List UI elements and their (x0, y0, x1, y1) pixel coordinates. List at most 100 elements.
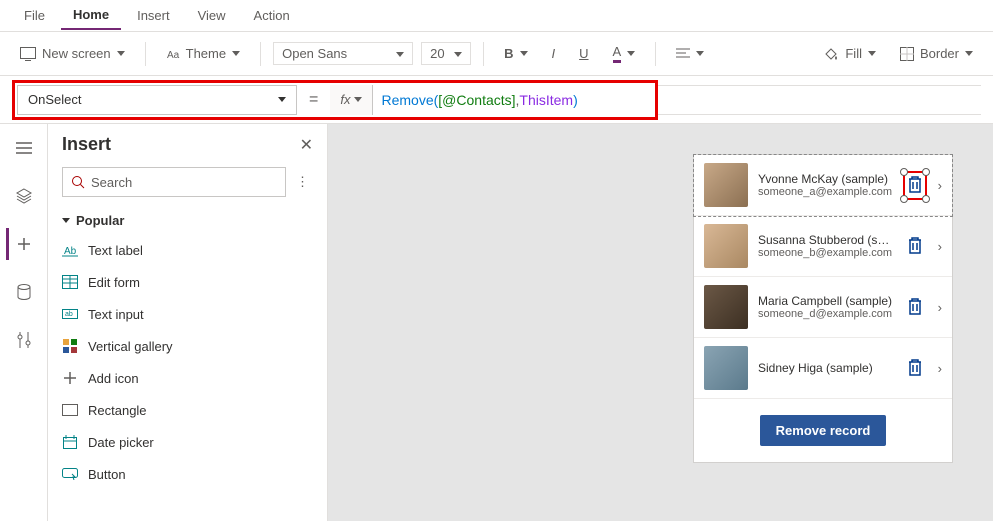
menu-view[interactable]: View (186, 2, 238, 29)
property-select[interactable]: OnSelect (17, 85, 297, 115)
panel-header: Insert ✕ (48, 124, 327, 161)
insert-add-icon[interactable]: Add icon (48, 362, 327, 394)
insert-rail-button[interactable] (6, 228, 38, 260)
left-rail (0, 124, 48, 521)
bold-label: B (504, 46, 513, 61)
svg-text:Aa: Aa (167, 50, 180, 61)
button-icon (62, 466, 78, 482)
menu-file[interactable]: File (12, 2, 57, 29)
insert-panel: Insert ✕ Search ⋮ Popular Ab Text label … (48, 124, 328, 521)
selection-handle[interactable] (922, 168, 930, 176)
calendar-icon (62, 434, 78, 450)
gallery-text: Sidney Higa (sample) (758, 361, 896, 375)
canvas[interactable]: Yvonne McKay (sample) someone_a@example.… (328, 124, 993, 521)
item-label: Button (88, 467, 126, 482)
panel-title: Insert (62, 134, 111, 155)
rectangle-icon (62, 402, 78, 418)
chevron-right-icon[interactable]: › (934, 300, 942, 315)
avatar (704, 346, 748, 390)
sliders-icon (17, 332, 31, 348)
search-input[interactable]: Search (62, 167, 286, 197)
trash-icon[interactable] (906, 235, 924, 258)
menu-action[interactable]: Action (242, 2, 302, 29)
search-placeholder: Search (91, 175, 132, 190)
formula-input[interactable]: Remove( [@Contacts], ThisItem ) (373, 85, 653, 115)
separator (260, 42, 261, 66)
screen-icon (20, 47, 36, 61)
bold-button[interactable]: B (496, 42, 535, 65)
contact-name: Maria Campbell (sample) (758, 294, 896, 308)
align-button[interactable] (668, 44, 712, 64)
fx-button[interactable]: fx (330, 85, 373, 115)
formula-token-kw: ThisItem (519, 92, 573, 108)
fill-button[interactable]: Fill (815, 42, 884, 65)
selection-handle[interactable] (900, 195, 908, 203)
layers-button[interactable] (8, 180, 40, 212)
remove-record-button[interactable]: Remove record (760, 415, 887, 446)
chevron-down-icon (696, 51, 704, 56)
contact-email: someone_a@example.com (758, 186, 896, 198)
formula-highlight: OnSelect = fx Remove( [@Contacts], ThisI… (12, 80, 658, 120)
settings-button[interactable] (8, 324, 40, 356)
gallery-item[interactable]: Susanna Stubberod (sample) someone_b@exa… (694, 216, 952, 277)
contact-email: someone_d@example.com (758, 308, 896, 320)
trash-icon[interactable] (906, 357, 924, 380)
separator (483, 42, 484, 66)
gallery-item[interactable]: Maria Campbell (sample) someone_d@exampl… (694, 277, 952, 338)
close-icon[interactable]: ✕ (300, 135, 313, 155)
underline-label: U (579, 46, 588, 61)
main-area: Insert ✕ Search ⋮ Popular Ab Text label … (0, 124, 993, 521)
chevron-down-icon (62, 218, 70, 223)
chevron-right-icon[interactable]: › (934, 239, 942, 254)
svg-text:ab: ab (65, 311, 73, 318)
insert-vertical-gallery[interactable]: Vertical gallery (48, 330, 327, 362)
app-frame: Yvonne McKay (sample) someone_a@example.… (693, 154, 953, 463)
formula-rest[interactable] (658, 85, 981, 115)
gallery-item[interactable]: Yvonne McKay (sample) someone_a@example.… (694, 155, 952, 216)
new-screen-button[interactable]: New screen (12, 42, 133, 65)
insert-text-label[interactable]: Ab Text label (48, 234, 327, 266)
font-name-select[interactable]: Open Sans (273, 42, 413, 65)
italic-button[interactable]: I (544, 42, 564, 65)
more-icon[interactable]: ⋮ (292, 170, 313, 194)
panel-list: Popular Ab Text label Edit form ab Text … (48, 207, 327, 521)
gallery-text: Maria Campbell (sample) someone_d@exampl… (758, 294, 896, 320)
insert-date-picker[interactable]: Date picker (48, 426, 327, 458)
border-button[interactable]: Border (892, 42, 981, 65)
item-label: Text label (88, 243, 143, 258)
separator (145, 42, 146, 66)
plus-icon (62, 370, 78, 386)
font-color-button[interactable]: A (605, 40, 644, 67)
font-size-select[interactable]: 20 (421, 42, 471, 65)
item-label: Edit form (88, 275, 140, 290)
chevron-right-icon[interactable]: › (934, 178, 942, 193)
panel-group-popular[interactable]: Popular (48, 207, 327, 234)
menu-home[interactable]: Home (61, 1, 121, 30)
new-screen-label: New screen (42, 46, 111, 61)
formula-token-fn: Remove (381, 92, 433, 108)
insert-edit-form[interactable]: Edit form (48, 266, 327, 298)
gallery-item[interactable]: Sidney Higa (sample) › (694, 338, 952, 399)
insert-rectangle[interactable]: Rectangle (48, 394, 327, 426)
theme-button[interactable]: Aa Theme (158, 42, 248, 65)
insert-text-input[interactable]: ab Text input (48, 298, 327, 330)
tree-view-button[interactable] (8, 132, 40, 164)
selection-handle[interactable] (900, 168, 908, 176)
trash-icon[interactable] (906, 174, 924, 197)
chevron-right-icon[interactable]: › (934, 361, 942, 376)
border-icon (900, 47, 914, 61)
item-label: Vertical gallery (88, 339, 173, 354)
chevron-down-icon (232, 51, 240, 56)
equals-label: = (297, 91, 330, 109)
menu-bar: File Home Insert View Action (0, 0, 993, 32)
fx-label: fx (340, 92, 350, 107)
chevron-down-icon (868, 51, 876, 56)
underline-button[interactable]: U (571, 42, 596, 65)
menu-insert[interactable]: Insert (125, 2, 182, 29)
trash-icon[interactable] (906, 296, 924, 319)
database-icon (17, 284, 31, 300)
selection-handle[interactable] (922, 195, 930, 203)
svg-text:Ab: Ab (64, 246, 77, 257)
insert-button[interactable]: Button (48, 458, 327, 490)
data-button[interactable] (8, 276, 40, 308)
